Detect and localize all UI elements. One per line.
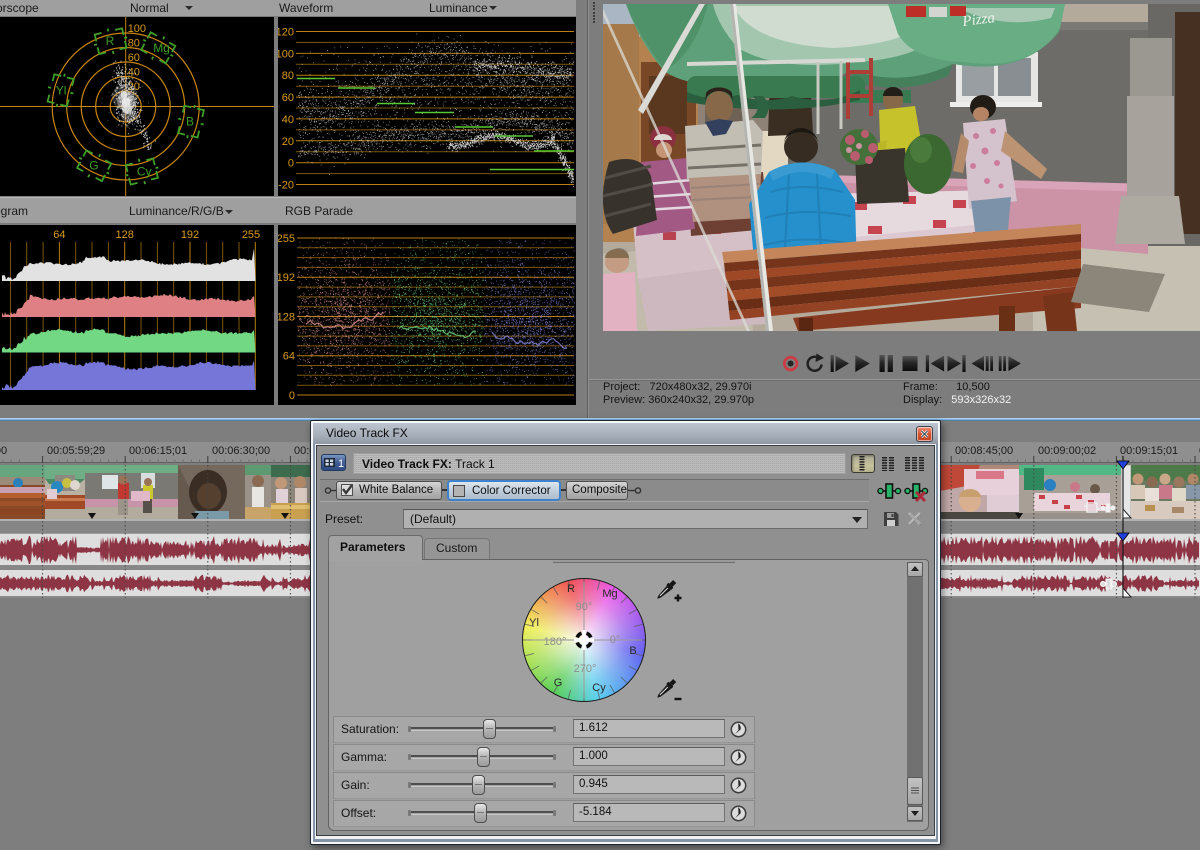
- svg-text:100: 100: [278, 48, 294, 60]
- svg-text:Yl: Yl: [529, 617, 539, 629]
- svg-text:Mg: Mg: [602, 588, 617, 600]
- svg-text:0: 0: [289, 390, 295, 402]
- svg-text:-20: -20: [278, 180, 294, 192]
- svg-text:Mg: Mg: [153, 41, 170, 55]
- svg-text:Yl: Yl: [56, 83, 67, 97]
- svg-text:128: 128: [116, 229, 134, 241]
- svg-text:0: 0: [288, 158, 294, 170]
- svg-text:192: 192: [181, 229, 199, 241]
- svg-text:128: 128: [278, 312, 295, 324]
- svg-text:270°: 270°: [574, 663, 597, 675]
- svg-text:255: 255: [278, 233, 295, 245]
- svg-text:40: 40: [282, 114, 294, 126]
- svg-text:80: 80: [128, 38, 140, 50]
- svg-text:90°: 90°: [576, 601, 593, 613]
- svg-text:192: 192: [278, 272, 295, 284]
- svg-text:100: 100: [128, 23, 146, 35]
- svg-text:R: R: [106, 34, 115, 48]
- svg-text:80: 80: [282, 70, 294, 82]
- svg-text:20: 20: [282, 136, 294, 148]
- svg-text:B: B: [629, 645, 636, 657]
- svg-text:0°: 0°: [610, 634, 621, 646]
- svg-text:G: G: [89, 159, 98, 173]
- svg-text:Cy: Cy: [592, 682, 606, 694]
- svg-text:120: 120: [278, 27, 294, 39]
- svg-text:60: 60: [282, 92, 294, 104]
- svg-text:255: 255: [242, 229, 260, 241]
- svg-text:Cy: Cy: [137, 165, 152, 179]
- svg-text:64: 64: [283, 351, 295, 363]
- svg-text:R: R: [567, 583, 575, 595]
- svg-text:64: 64: [53, 229, 65, 241]
- svg-text:G: G: [554, 677, 563, 689]
- svg-text:1: 1: [338, 458, 344, 470]
- svg-text:B: B: [186, 115, 194, 129]
- svg-text:60: 60: [128, 52, 140, 64]
- svg-text:180°: 180°: [544, 636, 567, 648]
